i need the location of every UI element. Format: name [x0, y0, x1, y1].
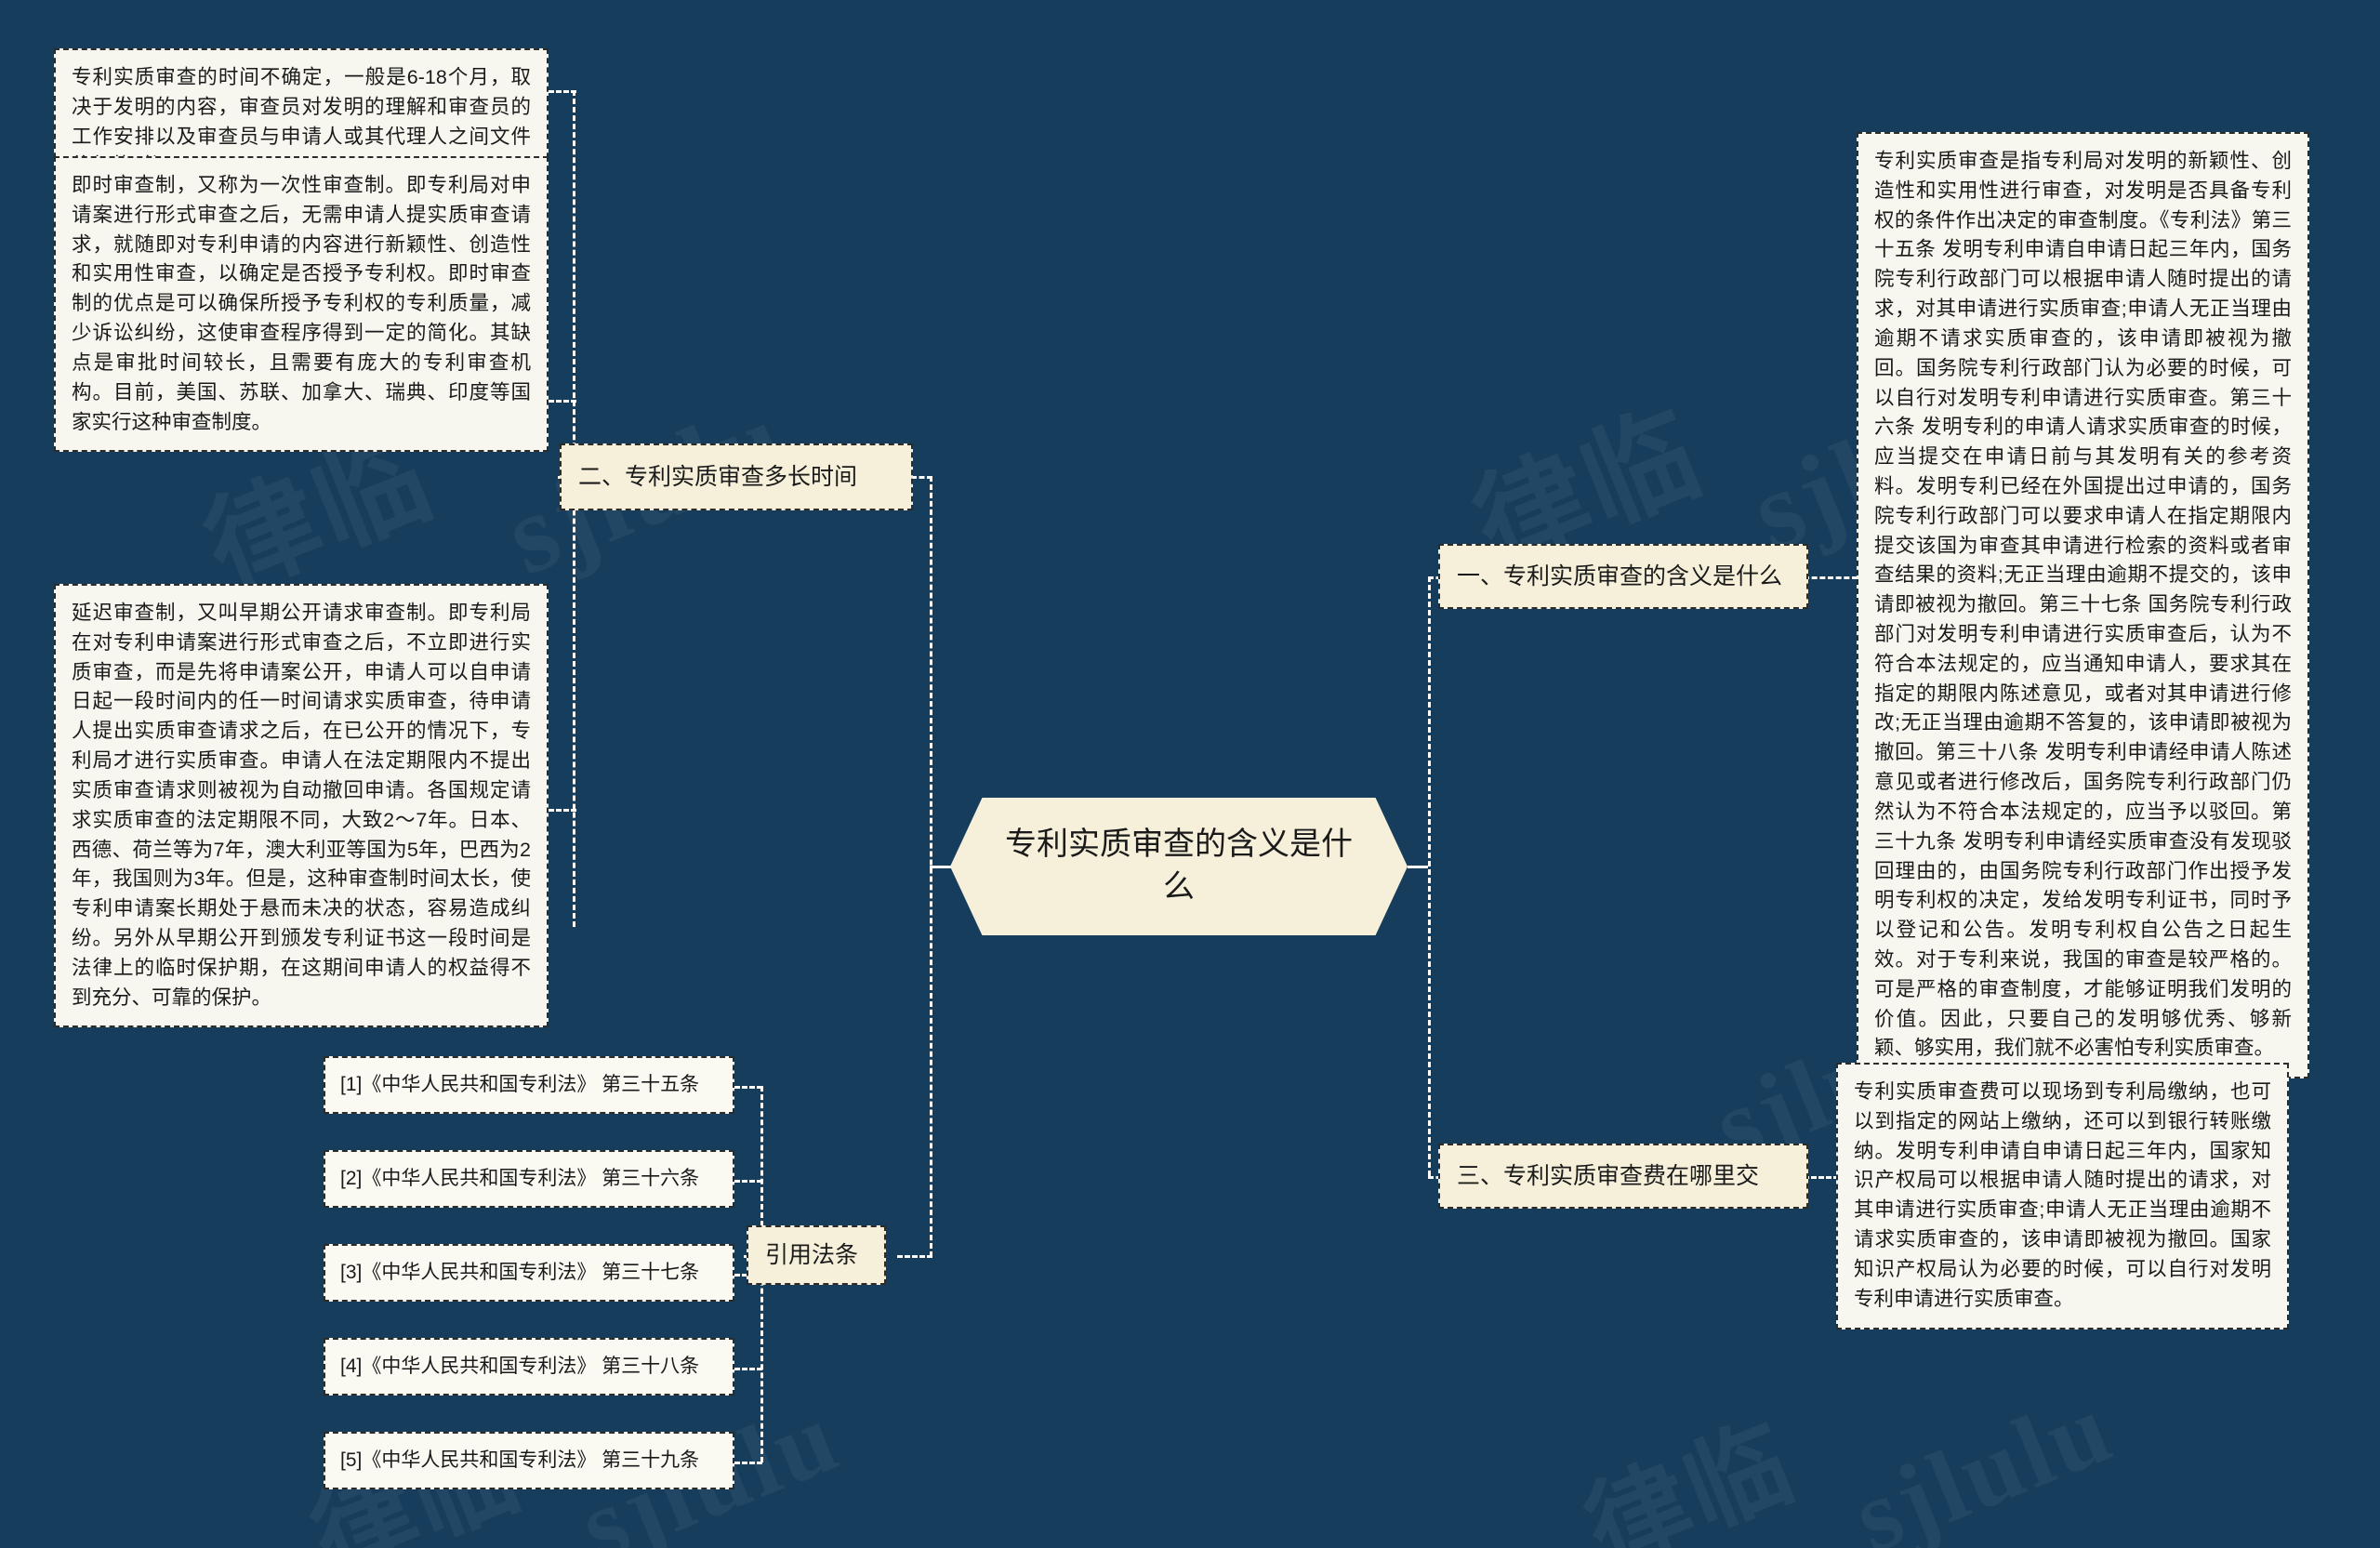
connector-left-label2 — [897, 1255, 932, 1258]
connector-citation-4 — [734, 1368, 762, 1370]
connector-left-b1-d2 — [549, 400, 576, 403]
detail-box-fee: 专利实质审查费可以现场到专利局缴纳，也可以到指定的网站上缴纳，还可以到银行转账缴… — [1836, 1063, 2289, 1330]
connector-left-b1-d1 — [549, 90, 576, 93]
citation-item[interactable]: [4]《中华人民共和国专利法》 第三十八条 — [324, 1338, 734, 1396]
connector-citation-1 — [734, 1086, 762, 1089]
branch-label-fee[interactable]: 三、专利实质审查费在哪里交 — [1438, 1144, 1808, 1209]
connector-center-left-stub — [930, 866, 952, 868]
detail-box-time-3: 延迟审查制，又叫早期公开请求审查制。即专利局在对专利申请案进行形式审查之后，不立… — [54, 584, 549, 1028]
citation-item[interactable]: [2]《中华人民共和国专利法》 第三十六条 — [324, 1150, 734, 1208]
citation-item[interactable]: [5]《中华人民共和国专利法》 第三十九条 — [324, 1432, 734, 1489]
connector-left-spine — [930, 476, 932, 1257]
center-topic-node[interactable]: 专利实质审查的含义是什么 — [950, 798, 1408, 935]
connector-left-b1-d3 — [549, 809, 576, 812]
mindmap-canvas: 律临 sjlulu 律临 sjlulu 律临 sjlulu 律临 sjlulu … — [0, 0, 2380, 1548]
citation-item[interactable]: [3]《中华人民共和国专利法》 第三十七条 — [324, 1244, 734, 1302]
branch-label-meaning[interactable]: 一、专利实质审查的含义是什么 — [1438, 544, 1808, 609]
detail-box-meaning: 专利实质审查是指专利局对发明的新颖性、创造性和实用性进行审查，对发明是否具备专利… — [1857, 132, 2309, 1079]
branch-label-citations[interactable]: 引用法条 — [747, 1225, 886, 1285]
watermark: 律临 — [1570, 1404, 1810, 1548]
detail-box-time-2: 即时审查制，又称为一次性审查制。即专利局对申请案进行形式审查之后，无需申请人提实… — [54, 156, 549, 453]
citation-item[interactable]: [1]《中华人民共和国专利法》 第三十五条 — [324, 1056, 734, 1114]
watermark: sjlulu — [1838, 1369, 2129, 1548]
connector-right-b1-detail — [1804, 576, 1858, 579]
connector-center-right-stub — [1408, 866, 1428, 868]
connector-citation-2 — [734, 1180, 762, 1183]
branch-label-time[interactable]: 二、专利实质审查多长时间 — [560, 443, 913, 510]
connector-citation-5 — [734, 1462, 762, 1464]
connector-right-b3-detail — [1804, 1176, 1839, 1179]
connector-right-spine — [1428, 576, 1431, 1176]
